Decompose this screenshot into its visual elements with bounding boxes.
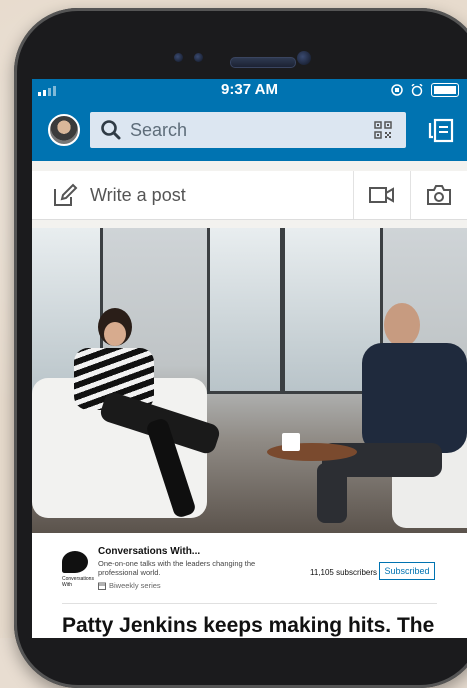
search-icon (101, 120, 121, 140)
avatar[interactable] (48, 114, 80, 146)
series-description: One-on-one talks with the leaders changi… (98, 559, 256, 577)
photo-button[interactable] (410, 171, 467, 219)
write-post-label: Write a post (90, 184, 186, 205)
coffee-table (267, 443, 357, 461)
right-person (317, 303, 467, 533)
video-button[interactable] (353, 171, 410, 219)
search-placeholder: Search (130, 119, 188, 140)
series-logo (62, 551, 88, 573)
mug (282, 433, 300, 451)
subscribed-button[interactable]: Subscribed (379, 562, 435, 580)
proximity-sensor (194, 53, 203, 62)
write-post-button[interactable]: Write a post (32, 171, 353, 219)
alarm-icon (411, 84, 423, 96)
series-frequency-label: Biweekly series (109, 581, 161, 590)
camera-icon (427, 185, 451, 205)
left-person (70, 308, 222, 519)
front-sensor (174, 53, 183, 62)
article-headline[interactable]: Patty Jenkins keeps making hits. The cos… (62, 613, 452, 638)
rotation-lock-icon (391, 84, 403, 96)
battery-icon (431, 83, 459, 97)
share-box: Write a post (32, 171, 467, 220)
search-input[interactable]: Search (90, 112, 406, 148)
series-frequency: Biweekly series (98, 581, 161, 590)
article-card[interactable]: Conversations With Conversations With...… (32, 533, 467, 638)
series-name[interactable]: Conversations With... (98, 546, 200, 557)
window (207, 228, 283, 394)
messaging-icon[interactable] (427, 117, 455, 145)
status-bar: 9:37 AM (32, 79, 467, 101)
subscriber-count: 11,105 subscribers (310, 568, 377, 577)
article-image[interactable] (32, 228, 467, 533)
front-camera (297, 51, 311, 65)
qr-code-icon[interactable] (374, 121, 392, 139)
pencil-icon (54, 183, 78, 206)
divider (62, 603, 437, 604)
video-icon (369, 187, 394, 203)
earpiece-speaker (230, 57, 296, 68)
app-screen: 9:37 AM Search Write a post Conversation… (32, 79, 467, 638)
top-bar: Search (32, 101, 467, 161)
calendar-icon (98, 582, 106, 590)
series-logo-text: Conversations With (62, 576, 94, 588)
